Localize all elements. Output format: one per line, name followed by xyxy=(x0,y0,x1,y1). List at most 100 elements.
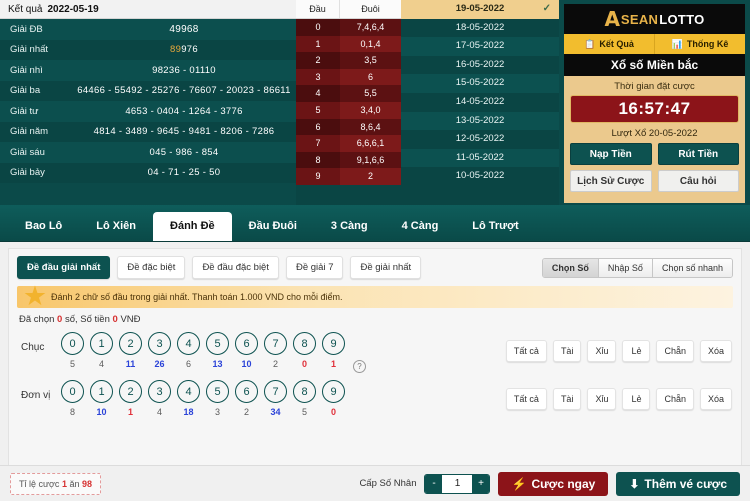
prize-name: Giải nhì xyxy=(10,64,43,76)
number-count: 0 xyxy=(330,407,336,417)
nav-tab[interactable]: 4 Càng xyxy=(385,212,456,241)
bet-subtab[interactable]: Đề đặc biệt xyxy=(117,256,186,279)
add-ticket-button[interactable]: ⬇ Thêm vé cược xyxy=(616,471,740,496)
row-action-button[interactable]: Xỉu xyxy=(587,340,617,362)
number-ball[interactable]: 5 xyxy=(206,332,229,355)
date-list-item[interactable]: 13-05-2022 xyxy=(401,111,559,131)
number-ball[interactable]: 6 xyxy=(235,380,258,403)
bet-now-button[interactable]: ⚡ Cược ngay xyxy=(498,471,609,496)
number-count: 4 xyxy=(156,407,162,417)
prize-value: 64466 - 55492 - 25276 - 76607 - 20023 - … xyxy=(77,85,291,97)
odds-badge: Tỉ lệ cược 1 ăn 98 xyxy=(10,472,102,495)
brand-tab-label: Kết Quả xyxy=(599,39,634,49)
bet-subtab[interactable]: Đề đầu đặc biệt xyxy=(192,256,279,279)
bet-subtab[interactable]: Đề đầu giải nhất xyxy=(17,256,111,279)
row-action-button[interactable]: Xóa xyxy=(699,388,732,410)
brand-action-button[interactable]: Lịch Sử Cược xyxy=(570,170,652,192)
multiplier-value[interactable]: 1 xyxy=(442,474,473,493)
number-ball[interactable]: 9 xyxy=(322,380,345,403)
bet-subtab[interactable]: Đề giải 7 xyxy=(285,256,344,279)
nav-tab[interactable]: Đánh Đề xyxy=(153,212,232,241)
question-icon[interactable]: ? xyxy=(353,360,366,373)
number-ball[interactable]: 9 xyxy=(322,332,345,355)
brand-action-button[interactable]: Câu hỏi xyxy=(657,170,739,192)
number-ball[interactable]: 1 xyxy=(90,380,113,403)
brand-action-button[interactable]: Rút Tiền xyxy=(657,143,739,165)
multiplier-increase-button[interactable]: + xyxy=(472,474,490,493)
date-list-item[interactable]: 15-05-2022 xyxy=(401,74,559,93)
date-list-item[interactable]: 16-05-2022 xyxy=(401,55,559,75)
number-ball[interactable]: 0 xyxy=(61,332,84,355)
head-value: 9 xyxy=(296,168,340,185)
number-ball-wrapper: 4 18 xyxy=(177,380,200,417)
nav-tab[interactable]: Lô Xiên xyxy=(79,212,153,241)
date-list-item[interactable]: 18-05-2022 xyxy=(401,18,559,38)
row-action-button[interactable]: Tài xyxy=(552,340,582,362)
number-ball[interactable]: 1 xyxy=(90,332,113,355)
date-list-item[interactable]: 17-05-2022 xyxy=(401,37,559,56)
date-list-item[interactable]: 10-05-2022 xyxy=(401,167,559,186)
nav-tab[interactable]: Bao Lô xyxy=(8,212,79,241)
nav-tab[interactable]: Lô Trượt xyxy=(455,212,535,241)
nav-tab[interactable]: Đầu Đuôi xyxy=(232,212,314,241)
bet-now-label: Cược ngay xyxy=(531,476,596,491)
input-mode-option[interactable]: Chọn số nhanh xyxy=(652,258,732,277)
table-row: Giải nhất 89976 xyxy=(0,39,296,60)
head-tail-header: Đầu Đuôi xyxy=(296,0,401,19)
row-action-button[interactable]: Tất cả xyxy=(505,340,547,362)
date-list-item[interactable]: 14-05-2022 xyxy=(401,92,559,112)
input-mode-option[interactable]: Chọn Số xyxy=(542,258,599,277)
date-list-item[interactable]: 11-05-2022 xyxy=(401,148,559,168)
row-action-button[interactable]: Xóa xyxy=(699,340,732,362)
bet-subtab[interactable]: Đề giải nhất xyxy=(350,256,422,279)
brand-panel: A SEAN LOTTO 📋 Kết Quả 📊 Thống Kê Xổ số Miề… xyxy=(559,0,750,205)
number-ball[interactable]: 4 xyxy=(177,332,200,355)
number-ball[interactable]: 3 xyxy=(148,332,171,355)
nav-tab[interactable]: 3 Càng xyxy=(314,212,385,241)
number-ball[interactable]: 4 xyxy=(177,380,200,403)
odds-value: 98 xyxy=(82,478,93,489)
number-ball[interactable]: 7 xyxy=(264,380,287,403)
number-ball[interactable]: 2 xyxy=(119,332,142,355)
row-action-button[interactable]: Chẵn xyxy=(656,388,694,410)
asean-lotto-logo: A SEAN LOTTO xyxy=(564,4,745,34)
row-action-button[interactable]: Tài xyxy=(552,388,582,410)
prize-name: Giải bảy xyxy=(10,167,45,179)
row-action-button[interactable]: Xỉu xyxy=(587,388,617,410)
head-tail-row: 5 3,4,0 xyxy=(296,101,401,119)
number-ball-wrapper: 34 xyxy=(148,380,171,417)
draw-info: Lượt Xổ 20-05-2022 xyxy=(570,128,739,139)
row-action-button[interactable]: Lẻ xyxy=(622,340,651,362)
date-list-item[interactable]: 12-05-2022 xyxy=(401,130,559,149)
head-value: 3 xyxy=(296,68,340,86)
number-ball[interactable]: 0 xyxy=(61,380,84,403)
number-count: 2 xyxy=(272,359,278,369)
brand-tab-clipboard[interactable]: 📋 Kết Quả xyxy=(564,34,655,54)
lottery-title: Xổ số Miền bắc xyxy=(564,54,745,76)
date-list[interactable]: 19-05-2022 ✓ 18-05-2022 17-05-2022 16-05-202… xyxy=(401,0,559,205)
number-count: 10 xyxy=(96,407,107,417)
row-action-button[interactable]: Tất cả xyxy=(505,388,547,410)
row-action-button[interactable]: Lẻ xyxy=(622,388,651,410)
number-ball[interactable]: 7 xyxy=(264,332,287,355)
input-mode-option[interactable]: Nhập Số xyxy=(598,258,653,277)
number-ball[interactable]: 8 xyxy=(293,380,316,403)
number-ball[interactable]: 3 xyxy=(148,380,171,403)
number-ball[interactable]: 8 xyxy=(293,332,316,355)
number-ball[interactable]: 2 xyxy=(119,380,142,403)
number-ball[interactable]: 6 xyxy=(235,332,258,355)
multiplier-decrease-button[interactable]: - xyxy=(425,474,443,493)
multiplier-stepper[interactable]: - 1 + xyxy=(424,473,491,494)
row-action-button[interactable]: Chẵn xyxy=(656,340,694,362)
date-list-item[interactable]: 19-05-2022 ✓ xyxy=(401,0,559,19)
number-ball[interactable]: 5 xyxy=(206,380,229,403)
logo-lotto-text: LOTTO xyxy=(659,11,705,27)
tail-value: 6,6,6,1 xyxy=(356,138,385,149)
brand-tab-chart[interactable]: 📊 Thống Kê xyxy=(655,34,745,54)
main-panel: Đề đầu giải nhất Đề đặc biệt Đề đầu đặc bi… xyxy=(0,242,750,501)
selection-summary: Đã chọn 0 số, Số tiền 0 VNĐ xyxy=(19,314,741,325)
rules-notice-text: Đánh 2 chữ số đầu trong giải nhất. Thanh… xyxy=(51,292,343,302)
tail-value: 5,5 xyxy=(364,88,377,99)
prize-name: Giải tư xyxy=(10,105,39,117)
brand-action-button[interactable]: Nạp Tiền xyxy=(570,143,652,165)
